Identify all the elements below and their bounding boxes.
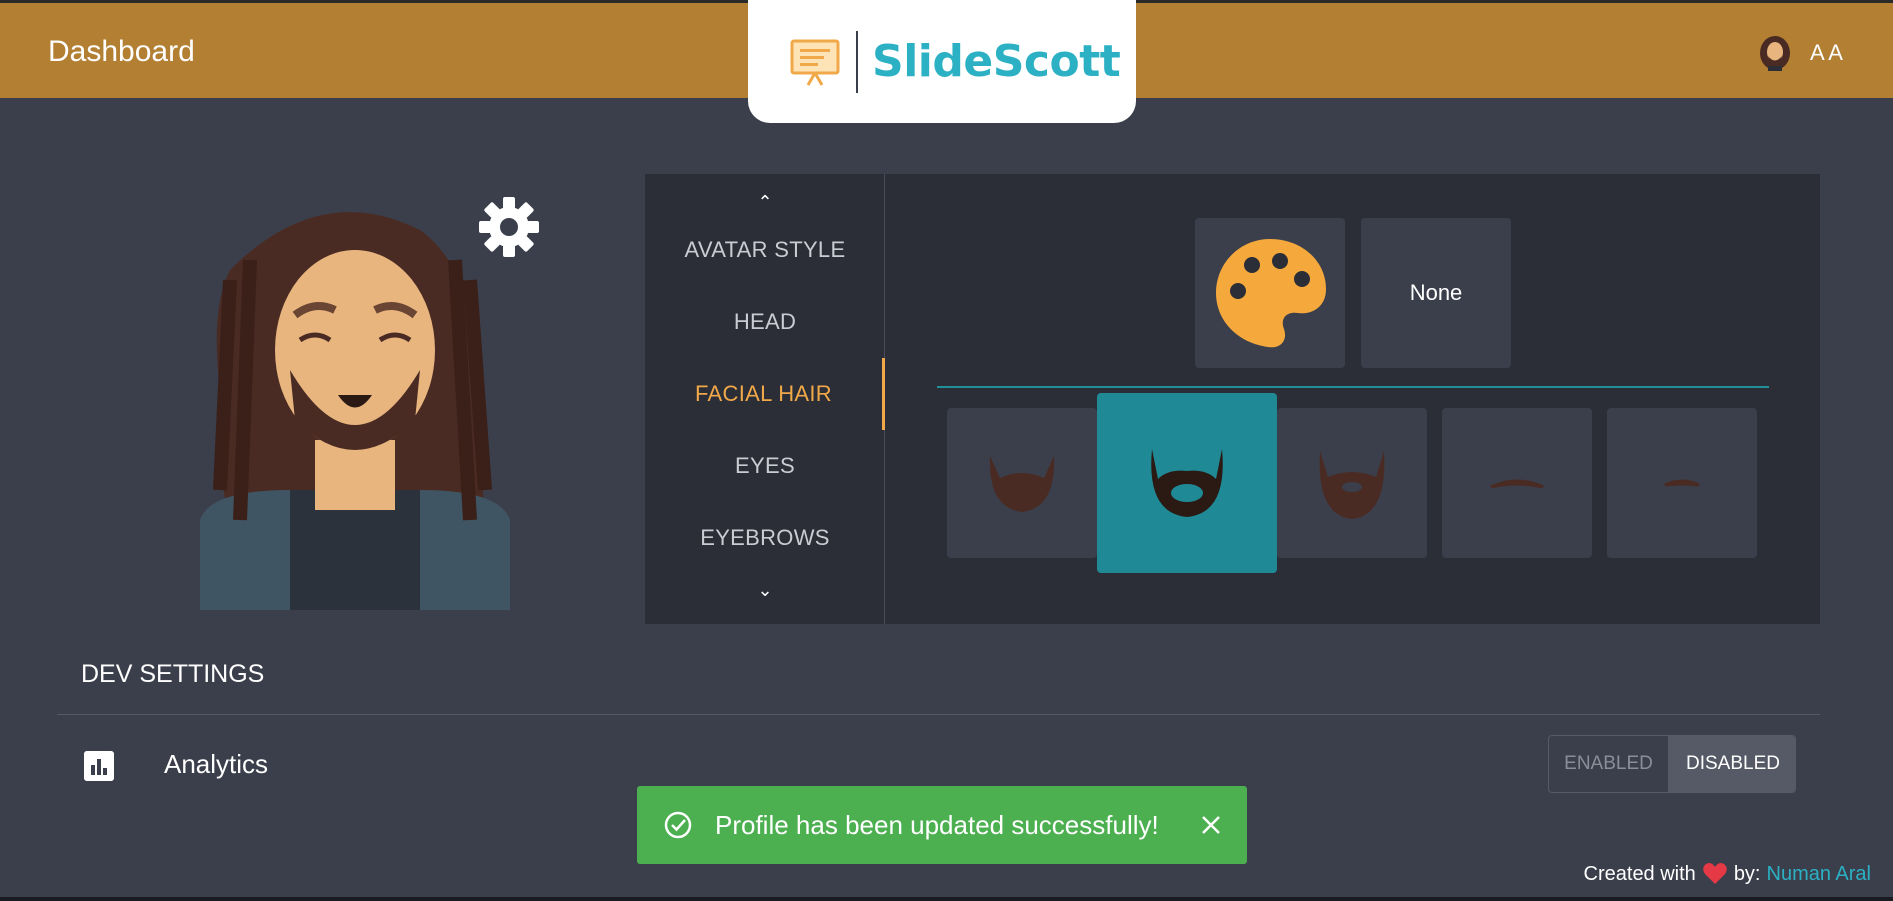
footer-prefix: Created with — [1583, 862, 1696, 885]
page-title: Dashboard — [48, 35, 195, 68]
color-picker-button[interactable] — [1195, 218, 1345, 368]
footer-author-link[interactable]: Numan Aral — [1767, 863, 1872, 886]
footer-by: by: — [1733, 862, 1761, 885]
facial-hair-panel: None — [885, 174, 1820, 624]
analytics-disabled-button[interactable]: DISABLED — [1669, 736, 1795, 792]
user-avatar-icon[interactable] — [1758, 35, 1792, 71]
facial-hair-option-3[interactable] — [1277, 408, 1427, 558]
analytics-enabled-button[interactable]: ENABLED — [1549, 736, 1669, 792]
analytics-label: Analytics — [164, 749, 269, 779]
editor-menu: ⌃ AVATAR STYLE HEAD FACIAL HAIR EYES EYE… — [645, 174, 885, 624]
dev-settings-divider — [57, 714, 1820, 715]
bottom-strip — [0, 897, 1893, 901]
settings-gear-icon[interactable] — [474, 192, 544, 262]
presentation-board-icon — [790, 39, 840, 86]
toast-close-button[interactable] — [1191, 805, 1231, 845]
brand-name: SlideScott — [872, 36, 1121, 87]
heart-icon — [1703, 863, 1727, 884]
menu-scroll-down-icon[interactable]: ⌄ — [645, 580, 885, 601]
menu-item-facial-hair[interactable]: FACIAL HAIR — [645, 358, 885, 430]
toast-message: Profile has been updated successfully! — [715, 809, 1159, 840]
palette-icon — [1216, 239, 1326, 348]
options-divider — [937, 386, 1769, 388]
none-option-button[interactable]: None — [1361, 218, 1511, 368]
facial-hair-option-2[interactable] — [1097, 393, 1277, 573]
user-menu[interactable]: A A — [1758, 35, 1843, 71]
menu-item-avatar-style[interactable]: AVATAR STYLE — [645, 214, 885, 286]
facial-hair-option-5[interactable] — [1607, 408, 1757, 558]
small-moustache-icon — [1664, 479, 1700, 487]
moustache-icon — [1490, 479, 1544, 489]
analytics-icon — [84, 751, 114, 781]
goatee-beard-icon — [1151, 449, 1223, 517]
success-toast: Profile has been updated successfully! — [637, 786, 1247, 864]
close-icon — [1202, 816, 1220, 834]
brand-logo[interactable]: SlideScott — [748, 0, 1136, 123]
facial-hair-option-4[interactable] — [1442, 408, 1592, 558]
footer-credit: Created with by: Numan Aral — [1584, 862, 1871, 886]
menu-scroll-up-icon[interactable]: ⌃ — [645, 192, 885, 213]
user-initials[interactable]: A A — [1810, 40, 1843, 66]
logo-separator — [856, 30, 858, 93]
avatar-editor: ⌃ AVATAR STYLE HEAD FACIAL HAIR EYES EYE… — [645, 174, 1820, 624]
analytics-toggle: ENABLED DISABLED — [1548, 735, 1796, 793]
menu-item-eyes[interactable]: EYES — [645, 430, 885, 502]
majestic-beard-icon — [1319, 451, 1385, 519]
facial-hair-option-1[interactable] — [947, 408, 1097, 558]
menu-item-eyebrows[interactable]: EYEBROWS — [645, 502, 885, 574]
full-beard-icon — [989, 456, 1055, 512]
dev-settings-title: DEV SETTINGS — [81, 660, 265, 688]
check-circle-icon — [664, 811, 692, 839]
menu-item-head[interactable]: HEAD — [645, 286, 885, 358]
